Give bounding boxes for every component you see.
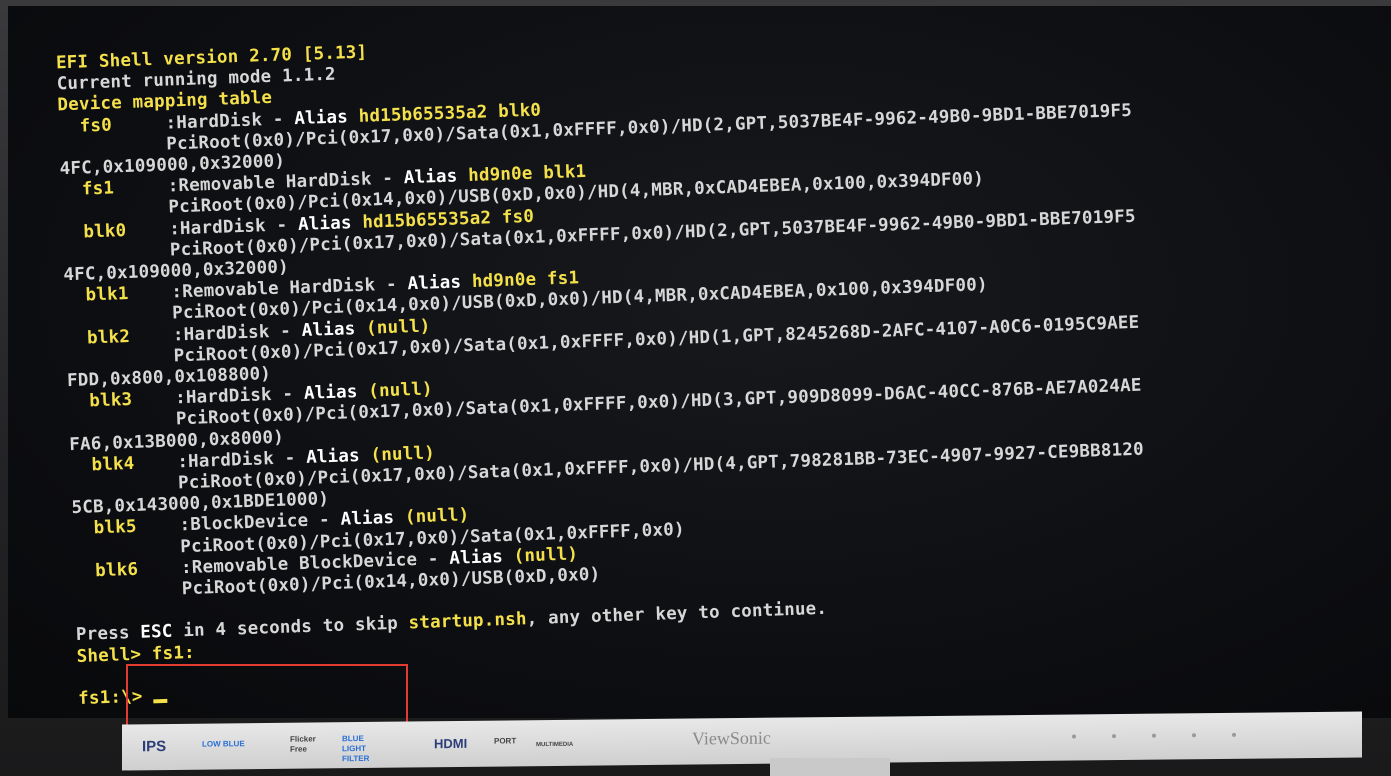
monitor-stand xyxy=(770,758,890,776)
terminal-text: Alias xyxy=(305,445,371,468)
terminal-text: (null) xyxy=(365,316,431,339)
terminal-text: Alias xyxy=(340,507,406,531)
screen: EFI Shell version 2.70 [5.13] Current run… xyxy=(8,6,1391,718)
terminal-text: blk0 xyxy=(61,220,127,243)
ips-badge: IPS xyxy=(142,738,167,756)
monitor-frame: EFI Shell version 2.70 [5.13] Current run… xyxy=(0,0,1391,776)
terminal-text: blk4 xyxy=(69,453,135,476)
bezel-button[interactable] xyxy=(1112,734,1116,739)
blue-light-filter-badge: BLUE LIGHT FILTER xyxy=(342,733,370,764)
terminal-text: blk1 xyxy=(63,284,129,307)
terminal-text: Alias xyxy=(303,381,369,405)
terminal-text: Alias xyxy=(301,318,367,341)
terminal-text: (null) xyxy=(370,443,436,466)
terminal-text: Alias xyxy=(448,546,515,569)
terminal-line: fs1:\> xyxy=(78,685,168,710)
flicker-free-badge: Flicker Free xyxy=(290,734,316,754)
power-button[interactable] xyxy=(1232,732,1236,737)
monitor-bezel: IPS LOW BLUE Flicker Free BLUE LIGHT FIL… xyxy=(122,711,1362,771)
terminal-text: Alias xyxy=(297,212,363,235)
terminal-text: blk6 xyxy=(73,559,139,582)
terminal-text: Shell> fs1: xyxy=(76,642,196,667)
brand-logo: ViewSonic xyxy=(692,727,771,749)
terminal-text: (null) xyxy=(367,379,434,402)
terminal-text: ESC xyxy=(140,622,173,644)
terminal-text: (null) xyxy=(404,505,470,528)
terminal-text: fs1:\> xyxy=(77,686,154,709)
low-blue-badge: LOW BLUE xyxy=(202,739,245,749)
port-badge: PORT xyxy=(494,736,517,746)
terminal-line: Shell> fs1: xyxy=(76,641,195,667)
terminal-text: blk2 xyxy=(65,326,131,349)
terminal-text: Alias xyxy=(293,106,360,129)
bezel-button[interactable] xyxy=(1152,733,1156,738)
terminal-text: in 4 seconds to skip xyxy=(172,613,409,643)
terminal-text: blk5 xyxy=(71,517,138,540)
cursor xyxy=(153,698,168,704)
terminal-text: , any other key to continue. xyxy=(526,599,828,630)
terminal-line: Press ESC in 4 seconds to skip startup.n… xyxy=(76,598,828,646)
terminal-text: fs1 xyxy=(60,178,115,201)
terminal-text: fs0 xyxy=(57,115,113,137)
terminal-text: Alias xyxy=(407,272,473,295)
terminal-text: startup.nsh xyxy=(408,609,528,634)
efi-shell-terminal[interactable]: EFI Shell version 2.70 [5.13] Current run… xyxy=(8,6,1391,718)
bezel-button[interactable] xyxy=(1192,733,1196,738)
multimedia-badge: MULTIMEDIA xyxy=(536,741,574,749)
terminal-text: blk3 xyxy=(67,390,133,413)
terminal-text: Alias xyxy=(403,166,469,189)
bezel-button[interactable] xyxy=(1072,734,1076,739)
terminal-text: Press xyxy=(75,623,141,646)
terminal-text: (null) xyxy=(513,544,579,567)
hdmi-badge: HDMI xyxy=(434,735,468,752)
